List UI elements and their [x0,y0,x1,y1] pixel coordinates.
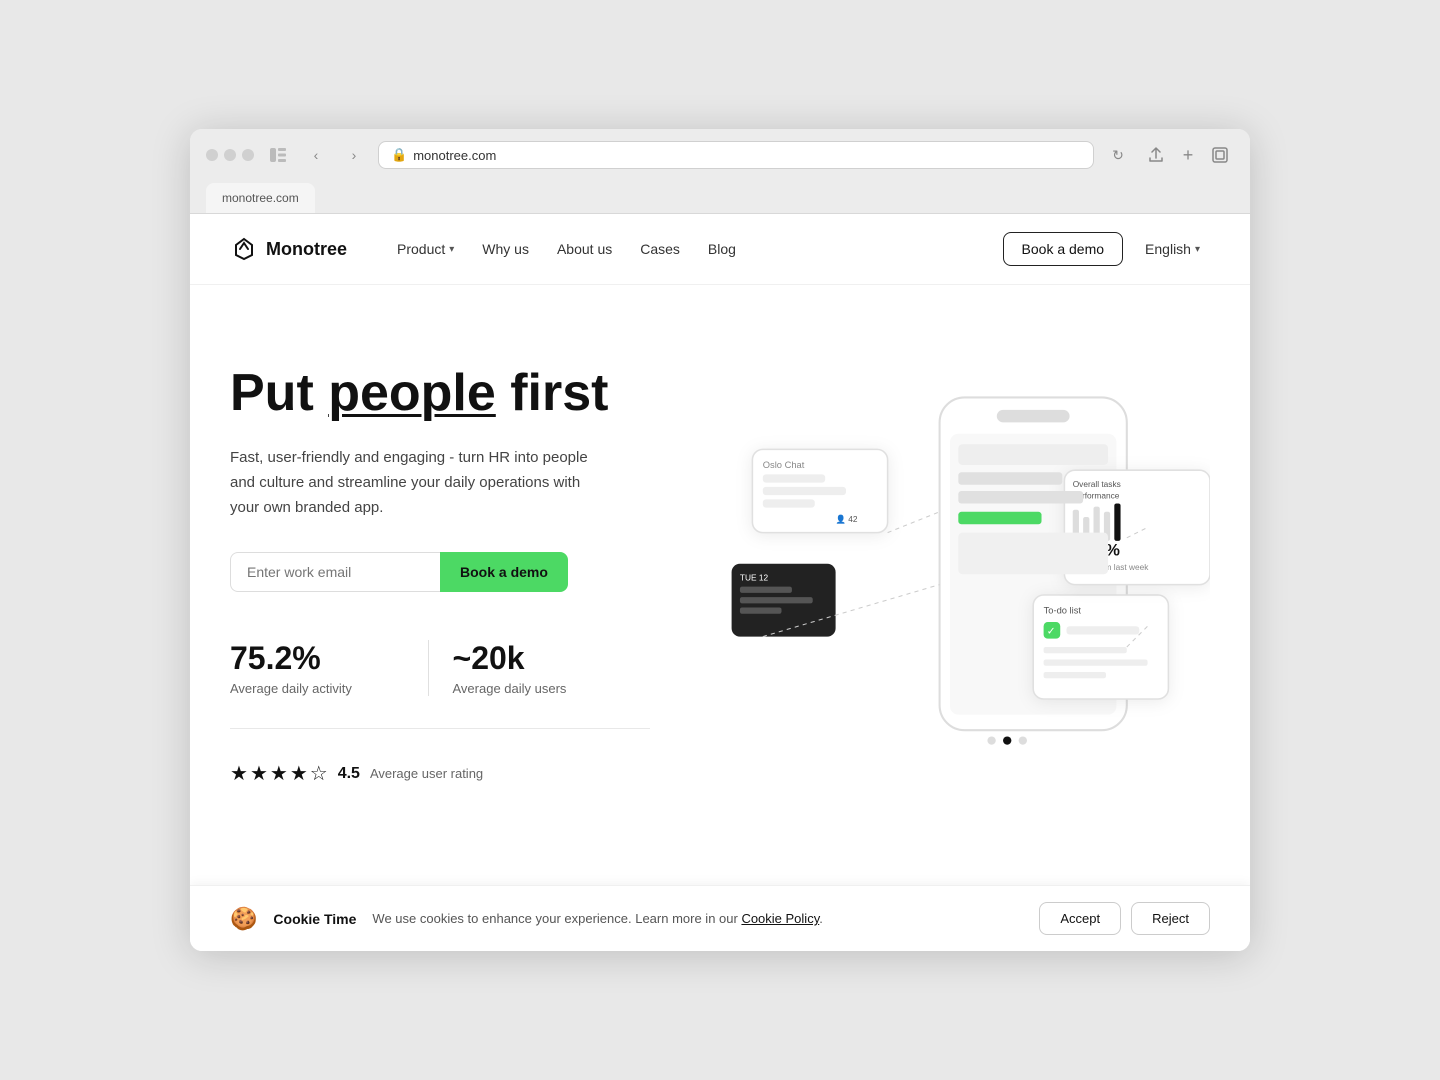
nav-product[interactable]: Product ▾ [397,241,454,257]
hero-left: Put people first Fast, user-friendly and… [230,345,650,786]
hero-title-part1: Put [230,364,328,422]
lang-chevron: ▾ [1195,244,1200,255]
nav-links: Product ▾ Why us About us Cases Blog [397,241,1003,257]
hero-section: Put people first Fast, user-friendly and… [190,285,1250,885]
stat-users-label: Average daily users [453,681,627,696]
cookie-text: We use cookies to enhance your experienc… [372,911,1023,926]
back-button[interactable]: ‹ [302,141,330,169]
forward-button[interactable]: › [340,141,368,169]
stat-users-value: ~20k [453,640,627,677]
star-rating: ★ ★ ★ ★ ☆ [230,761,328,786]
nav-whyus[interactable]: Why us [482,241,529,257]
tabs-button[interactable] [1206,141,1234,169]
address-bar[interactable]: 🔒 monotree.com [378,141,1094,169]
cookie-policy-link[interactable]: Cookie Policy [741,911,819,926]
reload-button[interactable]: ↻ [1104,141,1132,169]
share-button[interactable] [1142,141,1170,169]
sidebar-toggle-button[interactable] [264,141,292,169]
email-form: Book a demo [230,552,650,592]
email-input[interactable] [230,552,440,592]
hero-title: Put people first [230,365,650,422]
navbar: Monotree Product ▾ Why us About us Cases… [190,214,1250,285]
svg-text:To-do list: To-do list [1044,606,1082,616]
svg-text:👤 42: 👤 42 [836,514,858,524]
rating-value: 4.5 [338,765,360,783]
logo[interactable]: Monotree [230,235,347,263]
nav-blog[interactable]: Blog [708,241,736,257]
window-controls [206,149,254,161]
rating-label: Average user rating [370,766,483,781]
star-1: ★ [230,761,248,786]
website-content: Monotree Product ▾ Why us About us Cases… [190,214,1250,951]
star-4: ★ [290,761,308,786]
svg-text:Oslo Chat: Oslo Chat [763,460,805,470]
accept-button[interactable]: Accept [1039,902,1121,935]
star-2: ★ [250,761,268,786]
stats-section: 75.2% Average daily activity ~20k Averag… [230,640,650,729]
book-demo-button[interactable]: Book a demo [1003,232,1124,266]
browser-actions: + [1142,141,1234,169]
svg-text:Overall tasks: Overall tasks [1073,479,1121,489]
nav-actions: Book a demo English ▾ [1003,232,1210,266]
svg-text:TUE 12: TUE 12 [740,572,769,582]
logo-icon [230,235,258,263]
illustration-svg: Oslo Chat 👤 42 TUE 12 [690,345,1210,845]
new-tab-button[interactable]: + [1174,141,1202,169]
nav-aboutus[interactable]: About us [557,241,612,257]
hero-title-part2: first [496,364,609,422]
reject-button[interactable]: Reject [1131,902,1210,935]
star-3: ★ [270,761,288,786]
cookie-actions: Accept Reject [1039,902,1210,935]
address-text: monotree.com [413,148,496,163]
cookie-icon: 🍪 [230,906,257,932]
hero-description: Fast, user-friendly and engaging - turn … [230,446,590,520]
cookie-brand: Cookie Time [273,911,356,927]
logo-text: Monotree [266,239,347,260]
stat-activity-value: 75.2% [230,640,404,677]
browser-tab[interactable]: monotree.com [206,183,315,213]
hero-illustration: Oslo Chat 👤 42 TUE 12 [690,345,1210,845]
language-label: English [1145,241,1191,257]
cookie-banner: 🍪 Cookie Time We use cookies to enhance … [190,885,1250,951]
hero-cta-button[interactable]: Book a demo [440,552,568,592]
rating-row: ★ ★ ★ ★ ☆ 4.5 Average user rating [230,761,650,786]
svg-text:✓: ✓ [1047,627,1056,638]
dot-close [206,149,218,161]
nav-cases[interactable]: Cases [640,241,680,257]
browser-chrome: ‹ › 🔒 monotree.com ↻ + [190,129,1250,214]
stat-activity: 75.2% Average daily activity [230,640,428,696]
hero-title-highlight: people [328,364,496,422]
stat-users: ~20k Average daily users [428,640,651,696]
stat-activity-label: Average daily activity [230,681,404,696]
browser-window: ‹ › 🔒 monotree.com ↻ + [190,129,1250,951]
language-selector[interactable]: English ▾ [1135,233,1210,265]
star-half: ☆ [310,761,328,786]
lock-icon: 🔒 [391,147,407,163]
dot-maximize [242,149,254,161]
product-chevron: ▾ [449,244,454,255]
dot-minimize [224,149,236,161]
